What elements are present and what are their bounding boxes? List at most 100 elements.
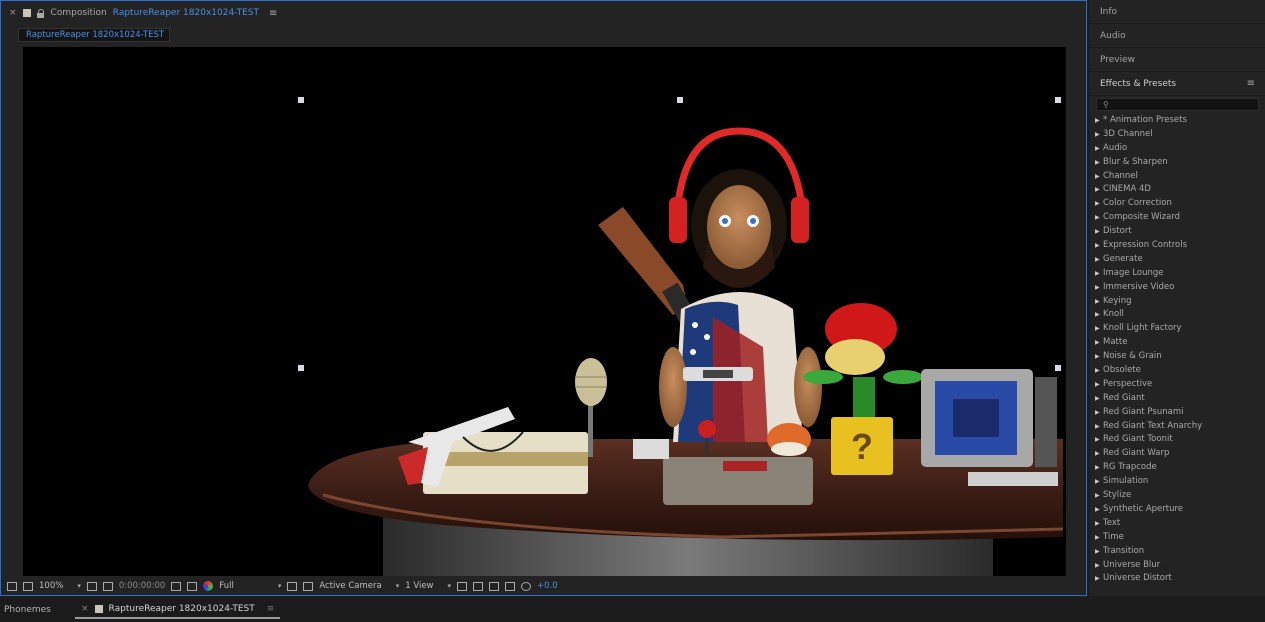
current-time[interactable]: 0:00:00:00 <box>119 581 165 591</box>
lock-icon[interactable] <box>36 8 45 18</box>
effect-category[interactable]: ▶ Distort <box>1095 225 1265 239</box>
bounding-box-handle-top-right[interactable] <box>1055 97 1061 103</box>
reset-exposure-icon[interactable] <box>521 581 532 591</box>
expand-triangle-icon[interactable]: ▶ <box>1095 308 1103 322</box>
effect-category[interactable]: ▶ Universe Distort <box>1095 572 1265 586</box>
effect-category[interactable]: ▶ Expression Controls <box>1095 239 1265 253</box>
expand-triangle-icon[interactable]: ▶ <box>1095 211 1103 225</box>
expand-triangle-icon[interactable]: ▶ <box>1095 545 1103 559</box>
expand-triangle-icon[interactable]: ▶ <box>1095 197 1103 211</box>
effect-category[interactable]: ▶ Simulation <box>1095 475 1265 489</box>
expand-triangle-icon[interactable]: ▶ <box>1095 114 1103 128</box>
timeline-icon[interactable] <box>489 581 500 591</box>
effect-category[interactable]: ▶ Image Lounge <box>1095 267 1265 281</box>
expand-triangle-icon[interactable]: ▶ <box>1095 267 1103 281</box>
effect-category[interactable]: ▶ Keying <box>1095 295 1265 309</box>
always-preview-icon[interactable] <box>7 581 17 591</box>
expand-triangle-icon[interactable]: ▶ <box>1095 225 1103 239</box>
effect-category[interactable]: ▶ Transition <box>1095 545 1265 559</box>
tab-phonemes[interactable]: Phonemes <box>0 605 75 615</box>
camera-view-select[interactable]: Active Camera ▾ <box>319 581 399 591</box>
composition-tab[interactable]: RaptureReaper 1820x1024-TEST <box>18 28 170 42</box>
effect-category[interactable]: ▶ Universe Blur <box>1095 559 1265 573</box>
expand-triangle-icon[interactable]: ▶ <box>1095 420 1103 434</box>
effect-category[interactable]: ▶ Red Giant <box>1095 392 1265 406</box>
effect-category[interactable]: ▶ Red Giant Toonit <box>1095 433 1265 447</box>
resolution-select[interactable]: Full ▾ <box>219 581 281 591</box>
effect-category[interactable]: ▶ Time <box>1095 531 1265 545</box>
tab-audio[interactable]: Audio <box>1090 24 1265 48</box>
effect-category[interactable]: ▶ Knoll Light Factory <box>1095 322 1265 336</box>
expand-triangle-icon[interactable]: ▶ <box>1095 392 1103 406</box>
expand-triangle-icon[interactable]: ▶ <box>1095 406 1103 420</box>
expand-triangle-icon[interactable]: ▶ <box>1095 447 1103 461</box>
region-of-interest-icon[interactable] <box>287 581 298 591</box>
monitor-icon[interactable] <box>23 581 33 591</box>
flowchart-icon[interactable] <box>505 581 516 591</box>
effect-category[interactable]: ▶ Matte <box>1095 336 1265 350</box>
composition-selector[interactable]: RaptureReaper 1820x1024-TEST <box>113 8 259 18</box>
effect-category[interactable]: ▶ Perspective <box>1095 378 1265 392</box>
expand-triangle-icon[interactable]: ▶ <box>1095 433 1103 447</box>
transparency-grid-icon[interactable] <box>303 581 314 591</box>
effects-search-input[interactable]: ⚲ <box>1096 98 1259 111</box>
expand-triangle-icon[interactable]: ▶ <box>1095 156 1103 170</box>
fast-previews-icon[interactable] <box>473 581 484 591</box>
composition-viewer[interactable]: ? <box>23 47 1066 576</box>
expand-triangle-icon[interactable]: ▶ <box>1095 295 1103 309</box>
expand-triangle-icon[interactable]: ▶ <box>1095 378 1103 392</box>
effect-category[interactable]: ▶ Red Giant Warp <box>1095 447 1265 461</box>
expand-triangle-icon[interactable]: ▶ <box>1095 128 1103 142</box>
effect-category[interactable]: ▶ Immersive Video <box>1095 281 1265 295</box>
bounding-box-handle-top-center[interactable] <box>677 97 683 103</box>
grid-guides-icon[interactable] <box>86 581 97 591</box>
expand-triangle-icon[interactable]: ▶ <box>1095 170 1103 184</box>
bounding-box-handle-middle-right[interactable] <box>1055 365 1061 371</box>
effect-category[interactable]: ▶ Noise & Grain <box>1095 350 1265 364</box>
effect-category[interactable]: ▶ Composite Wizard <box>1095 211 1265 225</box>
tab-timeline-composition[interactable]: × RaptureReaper 1820x1024-TEST ≡ <box>75 601 281 619</box>
bounding-box-handle-top-left[interactable] <box>298 97 304 103</box>
effect-category[interactable]: ▶ Audio <box>1095 142 1265 156</box>
expand-triangle-icon[interactable]: ▶ <box>1095 503 1103 517</box>
bounding-box-handle-middle-left[interactable] <box>298 365 304 371</box>
pixel-aspect-icon[interactable] <box>457 581 468 591</box>
color-channels-icon[interactable] <box>203 581 214 591</box>
view-layout-select[interactable]: 1 View ▾ <box>405 581 451 591</box>
expand-triangle-icon[interactable]: ▶ <box>1095 322 1103 336</box>
effect-category[interactable]: ▶ Knoll <box>1095 308 1265 322</box>
effect-category[interactable]: ▶ Blur & Sharpen <box>1095 156 1265 170</box>
close-panel-icon[interactable]: × <box>9 8 17 18</box>
expand-triangle-icon[interactable]: ▶ <box>1095 531 1103 545</box>
expand-triangle-icon[interactable]: ▶ <box>1095 142 1103 156</box>
effect-category[interactable]: ▶ RG Trapcode <box>1095 461 1265 475</box>
expand-triangle-icon[interactable]: ▶ <box>1095 461 1103 475</box>
expand-triangle-icon[interactable]: ▶ <box>1095 475 1103 489</box>
tab-preview[interactable]: Preview <box>1090 48 1265 72</box>
expand-triangle-icon[interactable]: ▶ <box>1095 364 1103 378</box>
effect-category[interactable]: ▶ Synthetic Aperture <box>1095 503 1265 517</box>
expand-triangle-icon[interactable]: ▶ <box>1095 253 1103 267</box>
mask-visibility-icon[interactable] <box>102 581 113 591</box>
effect-category[interactable]: ▶ Channel <box>1095 170 1265 184</box>
expand-triangle-icon[interactable]: ▶ <box>1095 572 1103 586</box>
effect-category[interactable]: ▶ Red Giant Psunami <box>1095 406 1265 420</box>
expand-triangle-icon[interactable]: ▶ <box>1095 489 1103 503</box>
snapshot-camera-icon[interactable] <box>171 581 182 591</box>
effect-category[interactable]: ▶ Red Giant Text Anarchy <box>1095 420 1265 434</box>
panel-menu-icon[interactable]: ≡ <box>1247 72 1255 96</box>
panel-menu-icon[interactable]: ≡ <box>269 8 277 19</box>
effect-category[interactable]: ▶ Stylize <box>1095 489 1265 503</box>
expand-triangle-icon[interactable]: ▶ <box>1095 336 1103 350</box>
expand-triangle-icon[interactable]: ▶ <box>1095 559 1103 573</box>
effect-category[interactable]: ▶ Generate <box>1095 253 1265 267</box>
expand-triangle-icon[interactable]: ▶ <box>1095 517 1103 531</box>
tab-info[interactable]: Info <box>1090 0 1265 24</box>
expand-triangle-icon[interactable]: ▶ <box>1095 183 1103 197</box>
effects-presets-header[interactable]: Effects & Presets ≡ <box>1090 72 1265 96</box>
close-tab-icon[interactable]: × <box>81 604 89 614</box>
show-snapshot-icon[interactable] <box>187 581 198 591</box>
tab-menu-icon[interactable]: ≡ <box>267 604 275 614</box>
expand-triangle-icon[interactable]: ▶ <box>1095 239 1103 253</box>
zoom-select[interactable]: 100% ▾ <box>39 581 81 591</box>
